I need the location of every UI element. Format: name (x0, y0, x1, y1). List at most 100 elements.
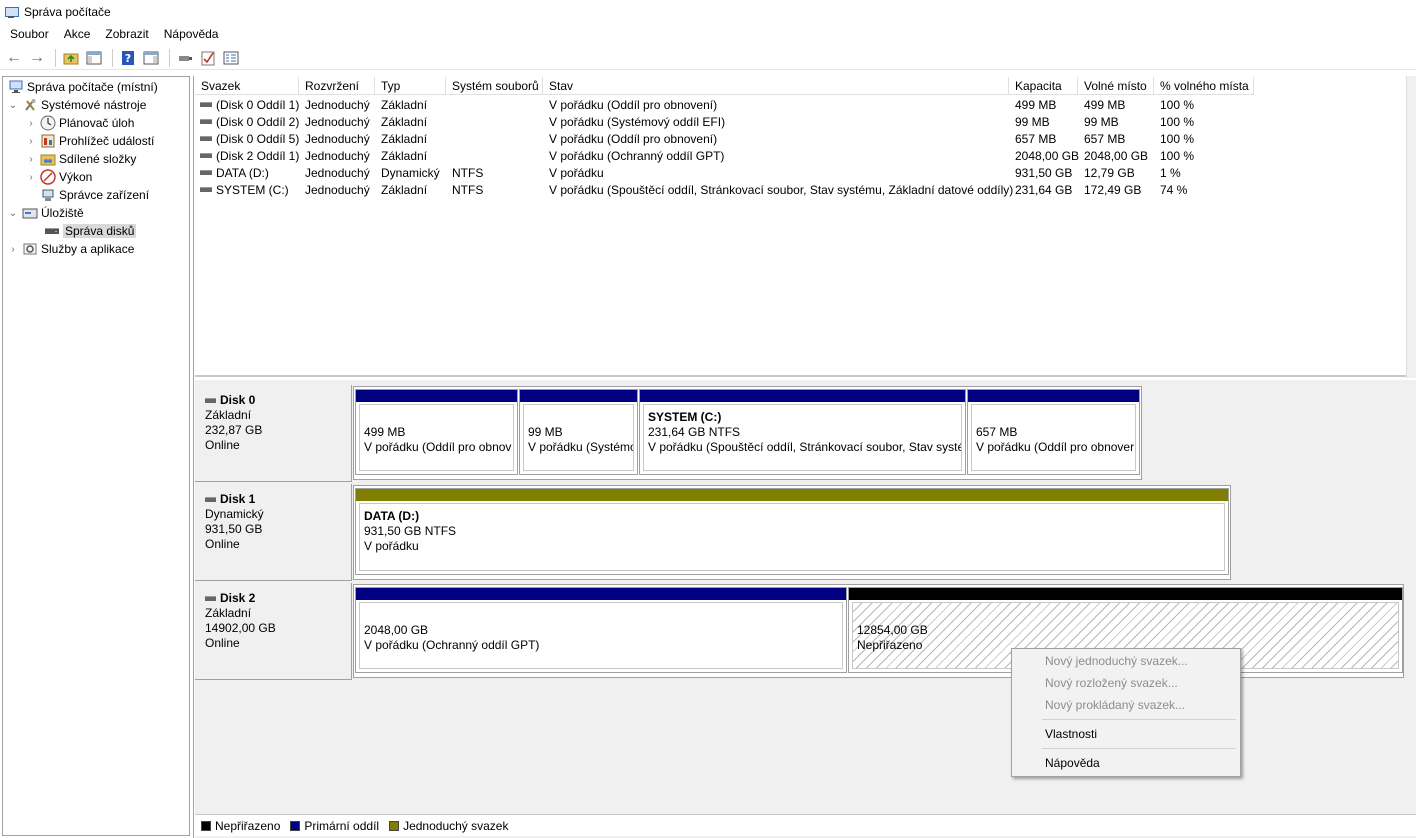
forward-arrow-icon[interactable]: → (27, 48, 47, 68)
column-header-type[interactable]: Typ (375, 77, 446, 95)
menu-new-simple-volume[interactable]: Nový jednoduchý svazek... (1012, 650, 1240, 672)
menu-help[interactable]: Nápověda (158, 27, 225, 41)
partition-bar (849, 588, 1402, 600)
volume-list: Svazek Rozvržení Typ Systém souborů Stav… (195, 77, 1407, 377)
show-hide-action-pane-icon[interactable] (141, 48, 161, 68)
tree-item-device-manager[interactable]: Správce zařízení (37, 186, 149, 204)
disk-management-icon (44, 223, 60, 239)
table-row[interactable]: DATA (D:) Jednoduchý Dynamický NTFS V po… (195, 164, 1405, 181)
tree-item-event-viewer[interactable]: › Prohlížeč událostí (25, 132, 154, 150)
svg-text:?: ? (125, 52, 131, 65)
chevron-right-icon[interactable]: › (25, 136, 37, 147)
help-icon[interactable]: ? (118, 48, 138, 68)
computer-management-icon (4, 5, 19, 19)
menu-properties[interactable]: Vlastnosti (1012, 723, 1240, 745)
disk-0-label[interactable]: Disk 0 Základní 232,87 GB Online (195, 385, 352, 482)
partition-disk0-system-c[interactable]: SYSTEM (C:) 231,64 GB NTFS V pořádku (Sp… (639, 389, 966, 475)
tree-item-storage[interactable]: ⌄ Úložiště (7, 204, 84, 222)
volume-icon (200, 119, 212, 124)
chevron-right-icon[interactable]: › (7, 244, 19, 255)
legend-unallocated: Nepřiřazeno (201, 819, 280, 833)
partition-bar (356, 390, 517, 402)
toolbar-separator (112, 48, 113, 67)
menu-separator (1042, 748, 1236, 749)
tools-icon (22, 97, 38, 113)
chevron-right-icon[interactable]: › (25, 172, 37, 183)
shared-folder-icon (40, 151, 56, 167)
check-icon[interactable] (198, 48, 218, 68)
disk-icon (205, 497, 216, 502)
table-row[interactable]: (Disk 0 Oddíl 5) Jednoduchý Základní V p… (195, 130, 1405, 147)
legend-swatch (201, 820, 211, 831)
chevron-down-icon[interactable]: ⌄ (7, 100, 19, 111)
menu-separator (1042, 719, 1236, 720)
show-hide-tree-icon[interactable] (84, 48, 104, 68)
device-manager-icon (40, 187, 56, 203)
performance-icon (40, 169, 56, 185)
menu-action[interactable]: Akce (58, 27, 97, 41)
partition-data-d[interactable]: DATA (D:) 931,50 GB NTFS V pořádku (355, 488, 1229, 575)
navigation-tree: Správa počítače (místní) ⌄ Systémové nás… (2, 76, 190, 836)
column-header-filesystem[interactable]: Systém souborů (446, 77, 543, 95)
tree-item-shared-folders[interactable]: › Sdílené složky (25, 150, 136, 168)
legend-swatch (389, 820, 400, 831)
legend: Nepřiřazeno Primární oddíl Jednoduchý sv… (195, 814, 1416, 836)
disk-2-label[interactable]: Disk 2 Základní 14902,00 GB Online (195, 583, 352, 680)
column-header-capacity[interactable]: Kapacita (1009, 77, 1078, 95)
menu-help-item[interactable]: Nápověda (1012, 752, 1240, 774)
chevron-right-icon[interactable]: › (25, 118, 37, 129)
partition-bar (520, 390, 637, 402)
toolbar-separator (55, 48, 56, 67)
partition-disk0-5[interactable]: 657 MB V pořádku (Oddíl pro obnover (967, 389, 1140, 475)
menu-new-spanned-volume[interactable]: Nový rozložený svazek... (1012, 672, 1240, 694)
tree-item-services[interactable]: › Služby a aplikace (7, 240, 134, 258)
partition-disk0-2[interactable]: 99 MB V pořádku (Systémo (519, 389, 638, 475)
vertical-scrollbar[interactable] (1406, 76, 1416, 378)
table-row[interactable]: (Disk 0 Oddíl 2) Jednoduchý Základní V p… (195, 113, 1405, 130)
clock-icon (40, 115, 56, 131)
table-row[interactable]: (Disk 0 Oddíl 1) Jednoduchý Základní V p… (195, 96, 1405, 113)
chevron-right-icon[interactable]: › (25, 154, 37, 165)
column-header-percent-free[interactable]: % volného místa (1154, 77, 1254, 95)
partition-bar (968, 390, 1139, 402)
toolbar: ← → ? (0, 46, 1416, 70)
connect-icon[interactable] (175, 48, 195, 68)
services-icon (22, 241, 38, 257)
menu-file[interactable]: Soubor (4, 27, 55, 41)
partition-bar (640, 390, 965, 402)
title-bar: Správa počítače (0, 0, 1416, 24)
partition-bar (356, 489, 1228, 501)
column-header-volume[interactable]: Svazek (195, 77, 299, 95)
column-header-layout[interactable]: Rozvržení (299, 77, 375, 95)
context-menu: Nový jednoduchý svazek... Nový rozložený… (1011, 648, 1241, 777)
disk-1-partitions: DATA (D:) 931,50 GB NTFS V pořádku (353, 485, 1231, 580)
partition-disk0-1[interactable]: 499 MB V pořádku (Oddíl pro obnov (355, 389, 518, 475)
window-title: Správa počítače (24, 5, 111, 19)
tree-item-performance[interactable]: › Výkon (25, 168, 92, 186)
storage-icon (22, 205, 38, 221)
partition-disk2-1[interactable]: 2048,00 GB V pořádku (Ochranný oddíl GPT… (355, 587, 847, 673)
disk-2-partitions: 2048,00 GB V pořádku (Ochranný oddíl GPT… (353, 584, 1404, 678)
tree-item-task-scheduler[interactable]: › Plánovač úloh (25, 114, 134, 132)
volume-icon (200, 136, 212, 141)
volume-icon (200, 170, 212, 175)
properties-icon[interactable] (221, 48, 241, 68)
chevron-down-icon[interactable]: ⌄ (7, 208, 19, 219)
up-folder-icon[interactable] (61, 48, 81, 68)
tree-item-disk-management[interactable]: Správa disků (41, 222, 137, 240)
disk-0-partitions: 499 MB V pořádku (Oddíl pro obnov 99 MB … (353, 386, 1142, 480)
table-row[interactable]: SYSTEM (C:) Jednoduchý Základní NTFS V p… (195, 181, 1405, 198)
menu-view[interactable]: Zobrazit (99, 27, 154, 41)
table-row[interactable]: (Disk 2 Oddíl 1) Jednoduchý Základní V p… (195, 147, 1405, 164)
menu-new-striped-volume[interactable]: Nový prokládaný svazek... (1012, 694, 1240, 716)
toolbar-separator (169, 48, 170, 67)
back-arrow-icon[interactable]: ← (4, 48, 24, 68)
column-header-status[interactable]: Stav (543, 77, 1009, 95)
volume-icon (200, 187, 212, 192)
tree-item-root[interactable]: Správa počítače (místní) (5, 78, 158, 96)
volume-icon (200, 153, 212, 158)
column-header-free-space[interactable]: Volné místo (1078, 77, 1154, 95)
tree-item-system-tools[interactable]: ⌄ Systémové nástroje (7, 96, 147, 114)
partition-bar (356, 588, 846, 600)
disk-1-label[interactable]: Disk 1 Dynamický 931,50 GB Online (195, 484, 352, 581)
